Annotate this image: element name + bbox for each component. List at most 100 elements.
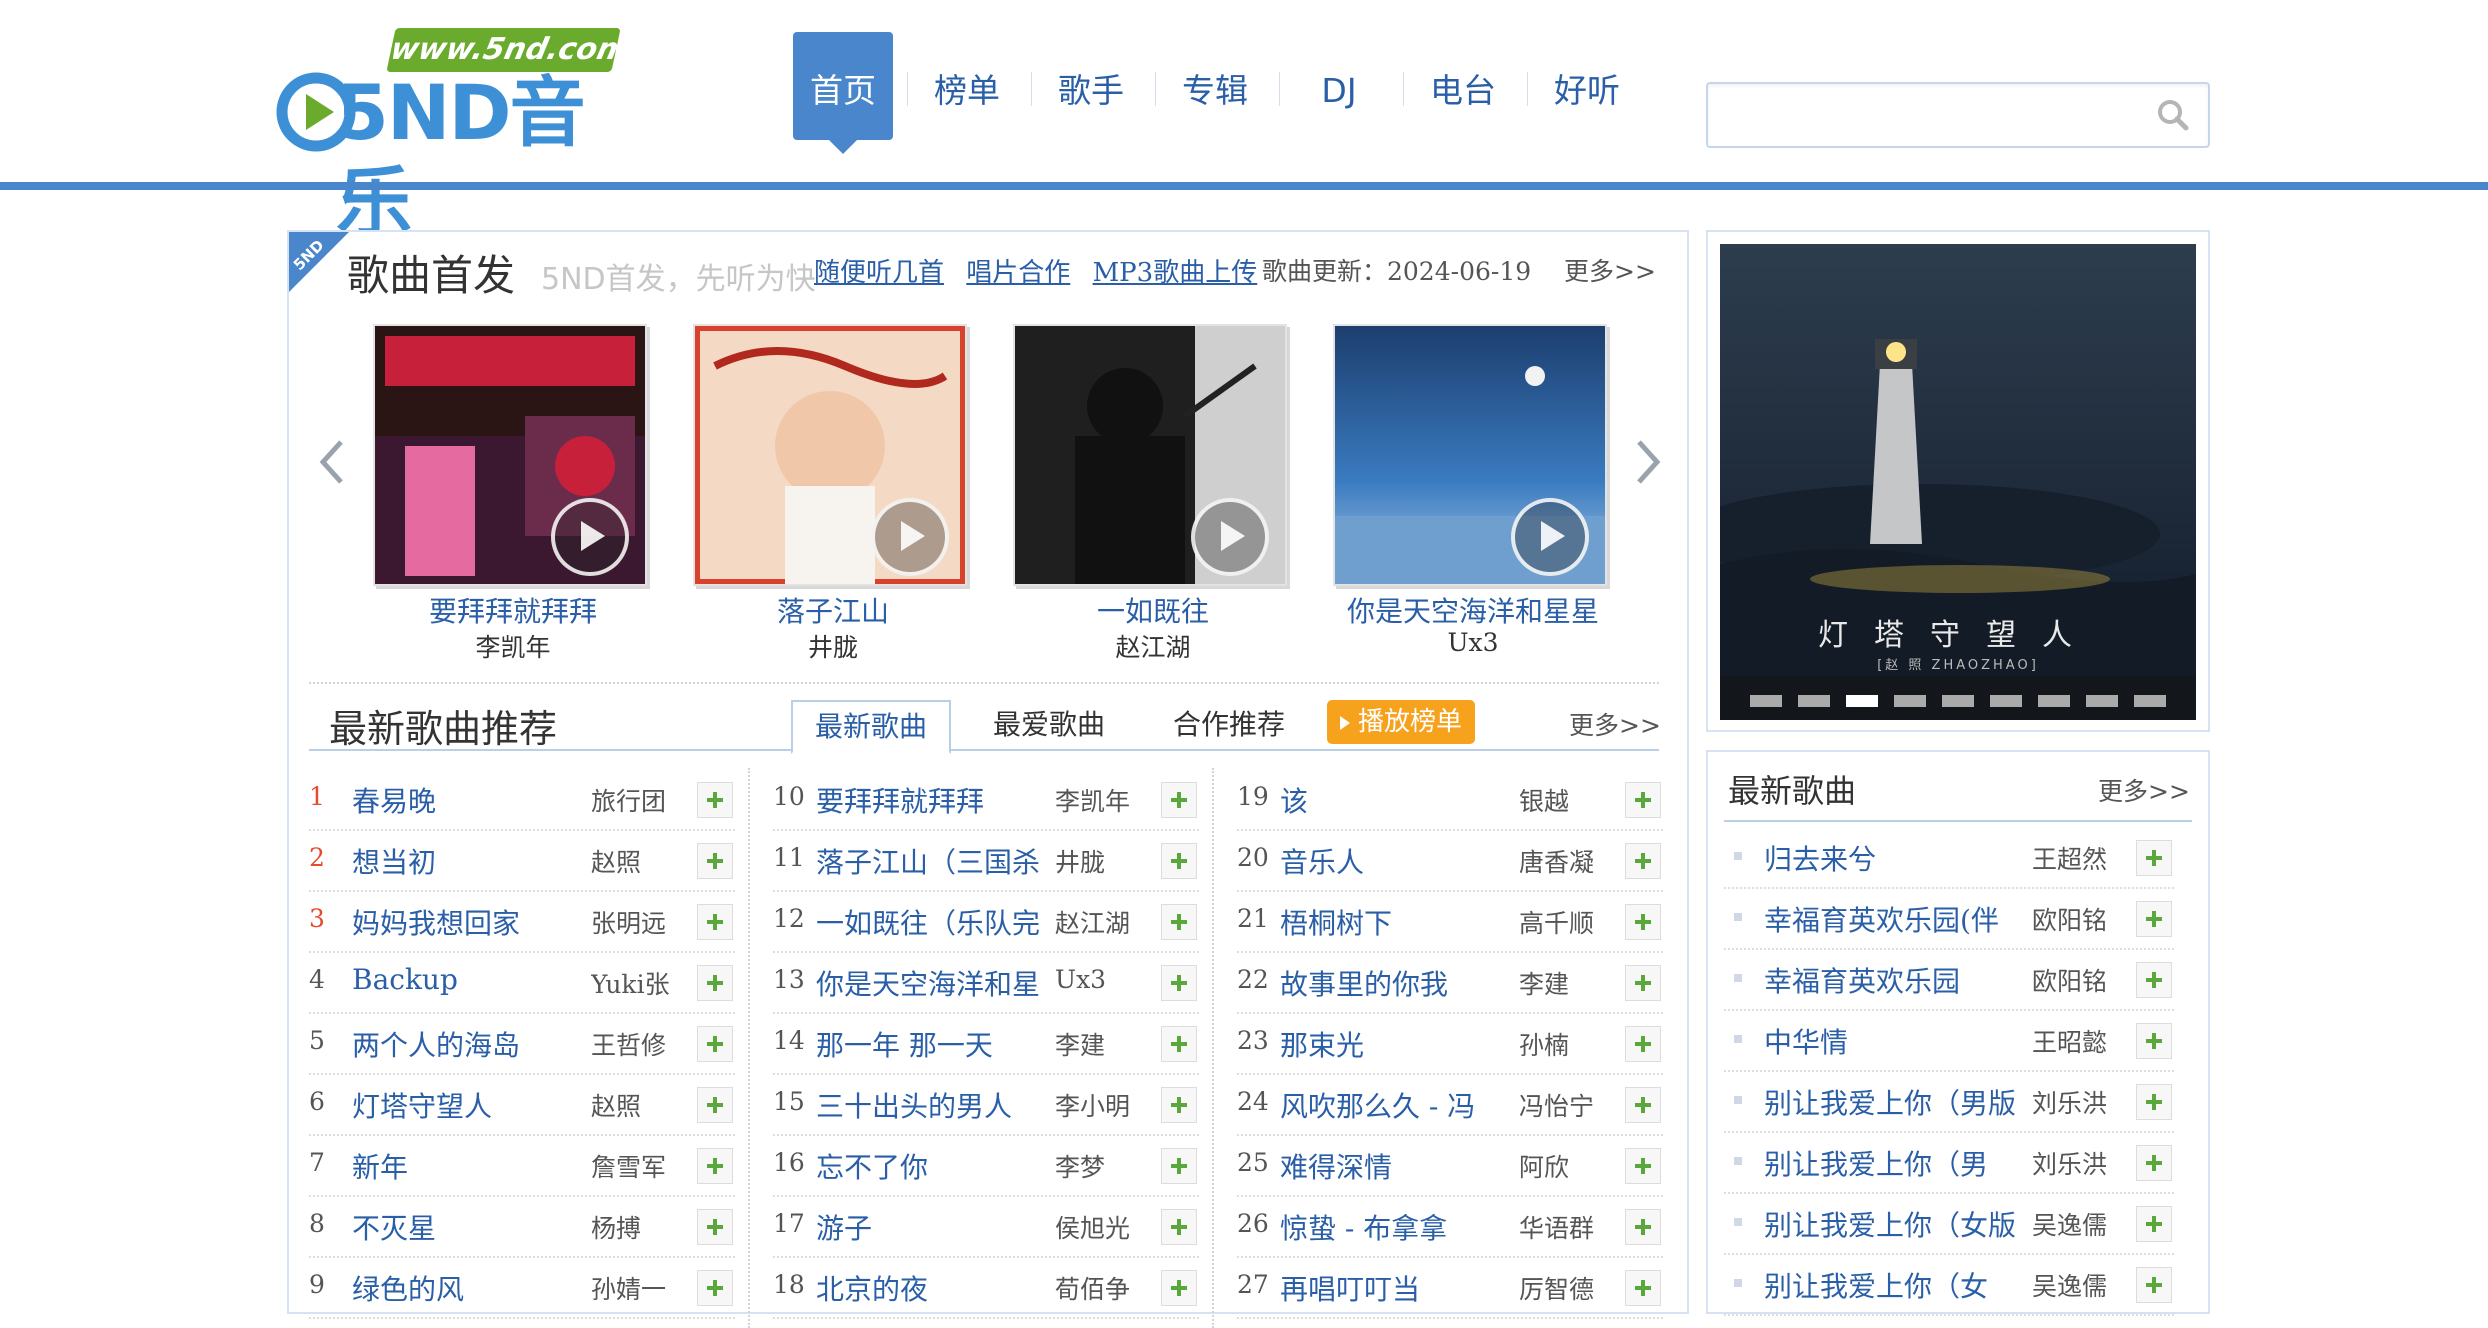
add-to-playlist-icon[interactable] — [1625, 1026, 1661, 1062]
song-title-link[interactable]: 游子 — [816, 1207, 1044, 1247]
song-title-link[interactable]: 不灭星 — [352, 1207, 580, 1247]
song-title-link[interactable]: 灯塔守望人 — [352, 1085, 580, 1125]
tab-latest-songs[interactable]: 最新歌曲 — [791, 700, 951, 754]
album-title[interactable]: 要拜拜就拜拜 — [343, 590, 683, 630]
song-title-link[interactable]: 妈妈我想回家 — [352, 902, 580, 942]
add-to-playlist-icon[interactable] — [2136, 1145, 2172, 1181]
add-to-playlist-icon[interactable] — [697, 904, 733, 940]
add-to-playlist-icon[interactable] — [1161, 1148, 1197, 1184]
nav-charts[interactable]: 榜单 — [917, 32, 1017, 140]
carousel-dot[interactable] — [1894, 695, 1926, 707]
song-title-link[interactable]: 梧桐树下 — [1280, 902, 1508, 942]
song-title-link[interactable]: 风吹那么久 - 冯 — [1280, 1085, 1508, 1125]
song-title-link[interactable]: 别让我爱上你（男版 — [1764, 1082, 2024, 1122]
album-title[interactable]: 你是天空海洋和星星 — [1303, 590, 1643, 630]
add-to-playlist-icon[interactable] — [1161, 1087, 1197, 1123]
song-title-link[interactable]: 一如既往（乐队完 — [816, 902, 1044, 942]
add-to-playlist-icon[interactable] — [2136, 901, 2172, 937]
album-title[interactable]: 落子江山 — [663, 590, 1003, 630]
add-to-playlist-icon[interactable] — [697, 965, 733, 1001]
add-to-playlist-icon[interactable] — [697, 1270, 733, 1306]
link-album-cooperation[interactable]: 唱片合作 — [966, 258, 1070, 288]
more-link[interactable]: 更多>> — [1564, 252, 1656, 288]
add-to-playlist-icon[interactable] — [1625, 965, 1661, 1001]
song-title-link[interactable]: 春易晚 — [352, 780, 580, 820]
more-link[interactable]: 更多>> — [1569, 706, 1661, 742]
song-title-link[interactable]: 忘不了你 — [816, 1146, 1044, 1186]
play-icon[interactable] — [1191, 498, 1269, 576]
tab-favorite-songs[interactable]: 最爱歌曲 — [969, 700, 1129, 750]
add-to-playlist-icon[interactable] — [697, 843, 733, 879]
more-link[interactable]: 更多>> — [2098, 772, 2190, 808]
song-title-link[interactable]: 绿色的风 — [352, 1268, 580, 1308]
carousel-dot[interactable] — [1798, 695, 1830, 707]
add-to-playlist-icon[interactable] — [697, 1087, 733, 1123]
song-title-link[interactable]: 幸福育英欢乐园 — [1764, 960, 2024, 1000]
song-title-link[interactable]: 故事里的你我 — [1280, 963, 1508, 1003]
song-title-link[interactable]: 那束光 — [1280, 1024, 1508, 1064]
album-title[interactable]: 一如既往 — [983, 590, 1323, 630]
nav-radio[interactable]: 电台 — [1413, 32, 1513, 140]
add-to-playlist-icon[interactable] — [1625, 782, 1661, 818]
song-title-link[interactable]: 惊蛰 - 布拿拿 — [1280, 1207, 1508, 1247]
carousel-dot[interactable] — [1942, 695, 1974, 707]
add-to-playlist-icon[interactable] — [1161, 782, 1197, 818]
nav-dj[interactable]: DJ — [1289, 32, 1389, 140]
song-title-link[interactable]: 音乐人 — [1280, 841, 1508, 881]
add-to-playlist-icon[interactable] — [2136, 962, 2172, 998]
link-random-listen[interactable]: 随便听几首 — [814, 258, 944, 288]
album-cover[interactable] — [693, 324, 967, 586]
play-icon[interactable] — [1511, 498, 1589, 576]
song-title-link[interactable]: 北京的夜 — [816, 1268, 1044, 1308]
add-to-playlist-icon[interactable] — [1161, 1209, 1197, 1245]
add-to-playlist-icon[interactable] — [697, 782, 733, 818]
song-title-link[interactable]: 别让我爱上你（女版 — [1764, 1204, 2024, 1244]
nav-albums[interactable]: 专辑 — [1165, 32, 1265, 140]
song-title-link[interactable]: Backup — [352, 963, 580, 996]
tab-cooperation[interactable]: 合作推荐 — [1149, 700, 1309, 750]
site-logo[interactable]: www.5nd.com 5ND音乐 — [276, 24, 632, 247]
carousel-dot[interactable] — [2134, 695, 2166, 707]
song-title-link[interactable]: 落子江山（三国杀 — [816, 841, 1044, 881]
carousel-dot[interactable] — [2038, 695, 2070, 707]
add-to-playlist-icon[interactable] — [697, 1209, 733, 1245]
add-to-playlist-icon[interactable] — [1161, 843, 1197, 879]
chevron-left-icon[interactable] — [311, 432, 351, 492]
song-title-link[interactable]: 归去来兮 — [1764, 838, 2024, 878]
song-title-link[interactable]: 三十出头的男人 — [816, 1085, 1044, 1125]
carousel-dot[interactable] — [1990, 695, 2022, 707]
nav-good-listen[interactable]: 好听 — [1537, 32, 1637, 140]
add-to-playlist-icon[interactable] — [1161, 965, 1197, 1001]
add-to-playlist-icon[interactable] — [1161, 1270, 1197, 1306]
song-title-link[interactable]: 别让我爱上你（男 — [1764, 1143, 2024, 1183]
song-title-link[interactable]: 该 — [1280, 780, 1508, 820]
add-to-playlist-icon[interactable] — [1625, 1270, 1661, 1306]
song-title-link[interactable]: 想当初 — [352, 841, 580, 881]
add-to-playlist-icon[interactable] — [2136, 1023, 2172, 1059]
song-title-link[interactable]: 两个人的海岛 — [352, 1024, 580, 1064]
add-to-playlist-icon[interactable] — [2136, 1206, 2172, 1242]
song-title-link[interactable]: 再唱叮叮当 — [1280, 1268, 1508, 1308]
carousel-dot[interactable] — [1750, 695, 1782, 707]
search-icon[interactable] — [2156, 98, 2190, 132]
song-title-link[interactable]: 你是天空海洋和星 — [816, 963, 1044, 1003]
chevron-right-icon[interactable] — [1629, 432, 1669, 492]
banner-carousel[interactable]: 灯塔守望人 [赵 照 ZHAOZHAO] — [1720, 244, 2196, 720]
song-title-link[interactable]: 难得深情 — [1280, 1146, 1508, 1186]
play-icon[interactable] — [551, 498, 629, 576]
add-to-playlist-icon[interactable] — [1161, 904, 1197, 940]
album-cover[interactable] — [1013, 324, 1287, 586]
album-cover[interactable] — [1333, 324, 1607, 586]
song-title-link[interactable]: 别让我爱上你（女 — [1764, 1265, 2024, 1305]
carousel-dot[interactable] — [1846, 695, 1878, 707]
add-to-playlist-icon[interactable] — [1625, 1209, 1661, 1245]
search-input[interactable] — [1716, 90, 2140, 140]
song-title-link[interactable]: 幸福育英欢乐园(伴 — [1764, 899, 2024, 939]
add-to-playlist-icon[interactable] — [1625, 1148, 1661, 1184]
add-to-playlist-icon[interactable] — [1625, 904, 1661, 940]
add-to-playlist-icon[interactable] — [697, 1026, 733, 1062]
add-to-playlist-icon[interactable] — [697, 1148, 733, 1184]
play-chart-button[interactable]: 播放榜单 — [1327, 700, 1475, 744]
song-title-link[interactable]: 新年 — [352, 1146, 580, 1186]
song-title-link[interactable]: 要拜拜就拜拜 — [816, 780, 1044, 820]
